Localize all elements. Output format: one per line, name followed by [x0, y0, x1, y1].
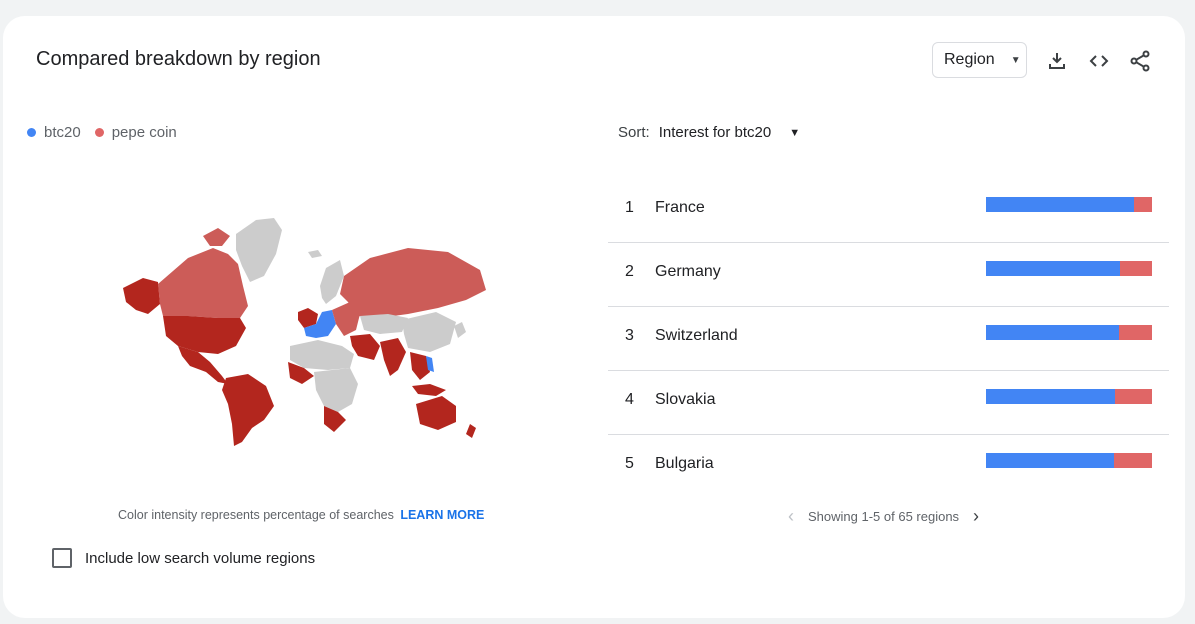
download-icon[interactable]: [1045, 49, 1069, 73]
map-region: [236, 218, 282, 282]
map-region: [466, 424, 476, 438]
legend-item-pepe-coin: pepe coin: [95, 124, 177, 141]
pagination: ‹ Showing 1-5 of 65 regions ›: [788, 506, 979, 527]
legend: btc20 pepe coin: [27, 124, 191, 141]
btc20-dot-icon: [27, 128, 36, 137]
btc20-bar-segment: [986, 325, 1119, 340]
region-row[interactable]: 4 Slovakia: [608, 371, 1169, 435]
map-region: [454, 322, 466, 338]
map-region: [340, 248, 486, 318]
region-row[interactable]: 1 France: [608, 179, 1169, 243]
map-region: [412, 384, 446, 396]
legend-label: pepe coin: [112, 124, 177, 141]
chevron-right-icon[interactable]: ›: [973, 506, 979, 527]
map-region: [203, 228, 230, 246]
region-row[interactable]: 5 Bulgaria: [608, 435, 1169, 499]
share-icon[interactable]: [1128, 49, 1152, 73]
region-row[interactable]: 3 Switzerland: [608, 307, 1169, 371]
pepe-coin-bar-segment: [1120, 261, 1152, 276]
caret-down-icon: ▼: [789, 127, 800, 139]
pepe-coin-bar-segment: [1114, 453, 1152, 468]
pepe-coin-bar-segment: [1115, 389, 1152, 404]
legend-item-btc20: btc20: [27, 124, 81, 141]
map-region: [320, 260, 344, 304]
card-title: Compared breakdown by region: [36, 48, 321, 71]
map-region: [416, 396, 456, 430]
region-rank: 2: [625, 263, 634, 281]
region-select-label: Region: [944, 51, 995, 69]
sort-label: Sort:: [618, 124, 650, 141]
region-rank: 3: [625, 327, 634, 345]
embed-code-icon[interactable]: [1087, 49, 1111, 73]
pepe-coin-bar-segment: [1134, 197, 1152, 212]
caret-down-icon: ▼: [1011, 55, 1021, 66]
region-select[interactable]: Region ▼: [932, 42, 1027, 78]
sort-dropdown[interactable]: Sort: Interest for btc20 ▼: [618, 124, 800, 141]
btc20-bar-segment: [986, 261, 1120, 276]
caption-text: Color intensity represents percentage of…: [118, 508, 394, 522]
region-list: 1 France 2 Germany 3 Switzerland 4: [608, 179, 1169, 499]
map-region: [222, 374, 274, 446]
region-name: Bulgaria: [655, 455, 714, 473]
map-region: [402, 312, 456, 352]
region-rank: 1: [625, 199, 634, 217]
comparison-bar: [986, 453, 1152, 468]
pepe-coin-dot-icon: [95, 128, 104, 137]
comparison-bar: [986, 261, 1152, 276]
legend-label: btc20: [44, 124, 81, 141]
map-region: [123, 278, 160, 314]
map-region: [380, 338, 406, 376]
map-region: [410, 352, 430, 380]
map-region: [163, 316, 246, 354]
world-map[interactable]: [118, 206, 488, 446]
comparison-bar: [986, 197, 1152, 212]
pepe-coin-bar-segment: [1119, 325, 1152, 340]
chevron-left-icon[interactable]: ‹: [788, 506, 794, 527]
btc20-bar-segment: [986, 197, 1134, 212]
pagination-text: Showing 1-5 of 65 regions: [808, 509, 959, 524]
learn-more-link[interactable]: LEARN MORE: [400, 508, 484, 522]
sort-value: Interest for btc20: [659, 124, 772, 141]
map-region: [158, 248, 248, 318]
comparison-bar: [986, 389, 1152, 404]
region-row[interactable]: 2 Germany: [608, 243, 1169, 307]
region-name: Switzerland: [655, 327, 738, 345]
btc20-bar-segment: [986, 453, 1114, 468]
low-volume-toggle[interactable]: Include low search volume regions: [52, 548, 315, 568]
map-region: [360, 314, 408, 334]
region-rank: 5: [625, 455, 634, 473]
map-region: [350, 334, 380, 360]
low-volume-label: Include low search volume regions: [85, 550, 315, 567]
low-volume-checkbox[interactable]: [52, 548, 72, 568]
region-rank: 4: [625, 391, 634, 409]
map-caption: Color intensity represents percentage of…: [118, 508, 484, 522]
region-breakdown-card: Compared breakdown by region Region ▼ bt…: [3, 16, 1185, 618]
region-name: France: [655, 199, 705, 217]
map-region: [290, 340, 354, 370]
region-name: Germany: [655, 263, 721, 281]
map-region: [308, 250, 322, 258]
region-name: Slovakia: [655, 391, 715, 409]
comparison-bar: [986, 325, 1152, 340]
btc20-bar-segment: [986, 389, 1115, 404]
map-region: [314, 368, 358, 412]
